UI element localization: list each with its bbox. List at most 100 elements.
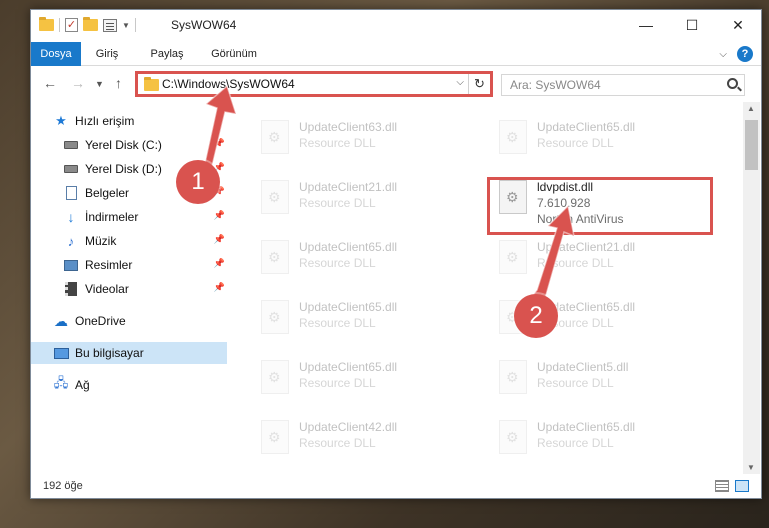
pin-icon[interactable]: 📌 (214, 282, 225, 293)
minimize-button[interactable]: — (623, 10, 669, 40)
ribbon-expand-chevron-icon[interactable]: ⌵ (719, 49, 727, 60)
scroll-down-icon[interactable]: ▼ (747, 463, 755, 472)
step-badge-2: 2 (514, 294, 558, 338)
star-icon: ★ (55, 113, 67, 128)
sidebar-item-network[interactable]: 🖧 Ağ (31, 374, 227, 396)
scrollbar-thumb[interactable] (745, 120, 758, 170)
window-title: SysWOW64 (171, 18, 237, 32)
sidebar-item-label: Yerel Disk (D:) (85, 162, 162, 176)
new-folder-icon[interactable] (83, 17, 98, 31)
item-count: 192 öğe (43, 480, 83, 492)
file-name: UpdateClient63.dll (299, 120, 398, 134)
file-type: Resource DLL (537, 436, 614, 450)
network-icon: 🖧 (53, 375, 69, 390)
list-item[interactable]: UpdateClient65.dll Resource DLL (489, 414, 719, 466)
close-button[interactable]: ✕ (715, 10, 761, 40)
address-bar[interactable]: C:\Windows\SysWOW64 ⌵ ↻ (135, 71, 493, 97)
sidebar-item-label: İndirmeler (85, 210, 139, 224)
drive-icon (63, 161, 79, 177)
search-placeholder: Ara: SysWOW64 (510, 78, 601, 92)
sidebar-item-music[interactable]: ♪ Müzik 📌 (31, 230, 227, 252)
up-arrow-icon[interactable]: ↑ (115, 75, 122, 91)
file-name: UpdateClient65.dll (299, 240, 398, 254)
highlight-box (487, 177, 713, 235)
chevron-down-icon[interactable]: ▼ (122, 21, 130, 30)
toolbar-separator (134, 18, 136, 32)
properties-check-icon[interactable]: ✓ (65, 18, 78, 32)
list-item[interactable]: UpdateClient65.dll Resource DLL (489, 114, 719, 166)
sidebar-item-label: Resimler (85, 258, 133, 272)
sidebar-item-label: Belgeler (85, 186, 130, 200)
vertical-scrollbar[interactable]: ▲ ▼ (743, 102, 760, 474)
scroll-up-icon[interactable]: ▲ (747, 104, 755, 113)
file-name: UpdateClient65.dll (299, 360, 398, 374)
forward-arrow-icon[interactable]: → (71, 75, 85, 91)
list-item[interactable]: UpdateClient63.dll Resource DLL (251, 114, 481, 166)
file-type: Resource DLL (537, 256, 614, 270)
sidebar-item-label: Bu bilgisayar (75, 346, 144, 360)
customize-toolbar-icon[interactable] (103, 18, 117, 32)
sidebar-item-this-pc[interactable]: Bu bilgisayar (31, 342, 227, 364)
sidebar-item-local-disk-c[interactable]: Yerel Disk (C:) 📌 (31, 134, 227, 156)
tab-view[interactable]: Görünüm (203, 42, 265, 66)
title-bar: ✓ ▼ SysWOW64 — ☐ ✕ (31, 10, 761, 42)
pin-icon[interactable]: 📌 (214, 138, 225, 149)
help-icon[interactable]: ? (737, 46, 753, 62)
file-name: UpdateClient42.dll (299, 420, 398, 434)
pin-icon[interactable]: 📌 (214, 234, 225, 245)
tab-file[interactable]: Dosya (31, 42, 81, 66)
file-name: UpdateClient65.dll (537, 120, 636, 134)
list-item[interactable]: UpdateClient21.dll Resource DLL (251, 174, 481, 226)
tab-home[interactable]: Giriş (83, 42, 131, 66)
file-type: Resource DLL (537, 376, 614, 390)
videos-icon (63, 281, 79, 297)
ribbon-tabs: Dosya Giriş Paylaş Görünüm ⌵ ? (31, 42, 761, 66)
maximize-button[interactable]: ☐ (669, 10, 715, 40)
tiles-view-icon[interactable] (735, 480, 749, 492)
file-name: UpdateClient21.dll (299, 180, 398, 194)
list-item[interactable]: UpdateClient65.dll Resource DLL (251, 354, 481, 406)
file-type: Resource DLL (299, 136, 376, 150)
dll-file-icon (261, 300, 289, 334)
sidebar-item-downloads[interactable]: ↓ İndirmeler 📌 (31, 206, 227, 228)
details-view-icon[interactable] (715, 480, 729, 492)
back-arrow-icon[interactable]: ← (43, 75, 57, 91)
pin-icon[interactable]: 📌 (214, 210, 225, 221)
computer-icon (53, 345, 69, 361)
drive-icon (63, 137, 79, 153)
search-input[interactable]: Ara: SysWOW64 (501, 74, 745, 96)
download-icon: ↓ (67, 209, 75, 225)
dll-file-icon (499, 360, 527, 394)
quick-access-toolbar: ✓ ▼ (39, 17, 136, 32)
cloud-icon: ☁ (54, 312, 68, 329)
list-item[interactable]: UpdateClient21.dll Resource DLL (489, 234, 719, 286)
sidebar-item-quick-access[interactable]: ★ Hızlı erişim (31, 110, 227, 132)
explorer-window: ✓ ▼ SysWOW64 — ☐ ✕ Dosya Giriş Paylaş Gö… (30, 9, 762, 499)
sidebar-item-label: Videolar (85, 282, 129, 296)
file-type: Resource DLL (537, 136, 614, 150)
search-icon[interactable] (727, 78, 738, 89)
dll-file-icon (499, 420, 527, 454)
list-item[interactable]: UpdateClient42.dll Resource DLL (251, 414, 481, 466)
file-name: UpdateClient65.dll (299, 300, 398, 314)
dll-file-icon (499, 240, 527, 274)
sidebar-item-label: OneDrive (75, 314, 126, 328)
address-path[interactable]: C:\Windows\SysWOW64 (162, 77, 295, 91)
pictures-icon (63, 257, 79, 273)
list-item[interactable]: UpdateClient65.dll Resource DLL (251, 234, 481, 286)
address-dropdown-chevron-icon[interactable]: ⌵ (456, 77, 464, 88)
sidebar-item-videos[interactable]: Videolar 📌 (31, 278, 227, 300)
list-item[interactable]: UpdateClient5.dll Resource DLL (489, 354, 719, 406)
file-name: UpdateClient21.dll (537, 240, 636, 254)
refresh-icon[interactable]: ↻ (468, 74, 490, 94)
list-item[interactable]: UpdateClient65.dll Resource DLL (251, 294, 481, 346)
pin-icon[interactable]: 📌 (214, 258, 225, 269)
file-type: Resource DLL (299, 436, 376, 450)
recent-locations-chevron-icon[interactable]: ▼ (95, 79, 104, 89)
window-controls: — ☐ ✕ (623, 10, 761, 40)
sidebar-item-onedrive[interactable]: ☁ OneDrive (31, 310, 227, 332)
sidebar-item-pictures[interactable]: Resimler 📌 (31, 254, 227, 276)
tab-share[interactable]: Paylaş (141, 42, 193, 66)
file-type: Resource DLL (299, 316, 376, 330)
dll-file-icon (261, 420, 289, 454)
